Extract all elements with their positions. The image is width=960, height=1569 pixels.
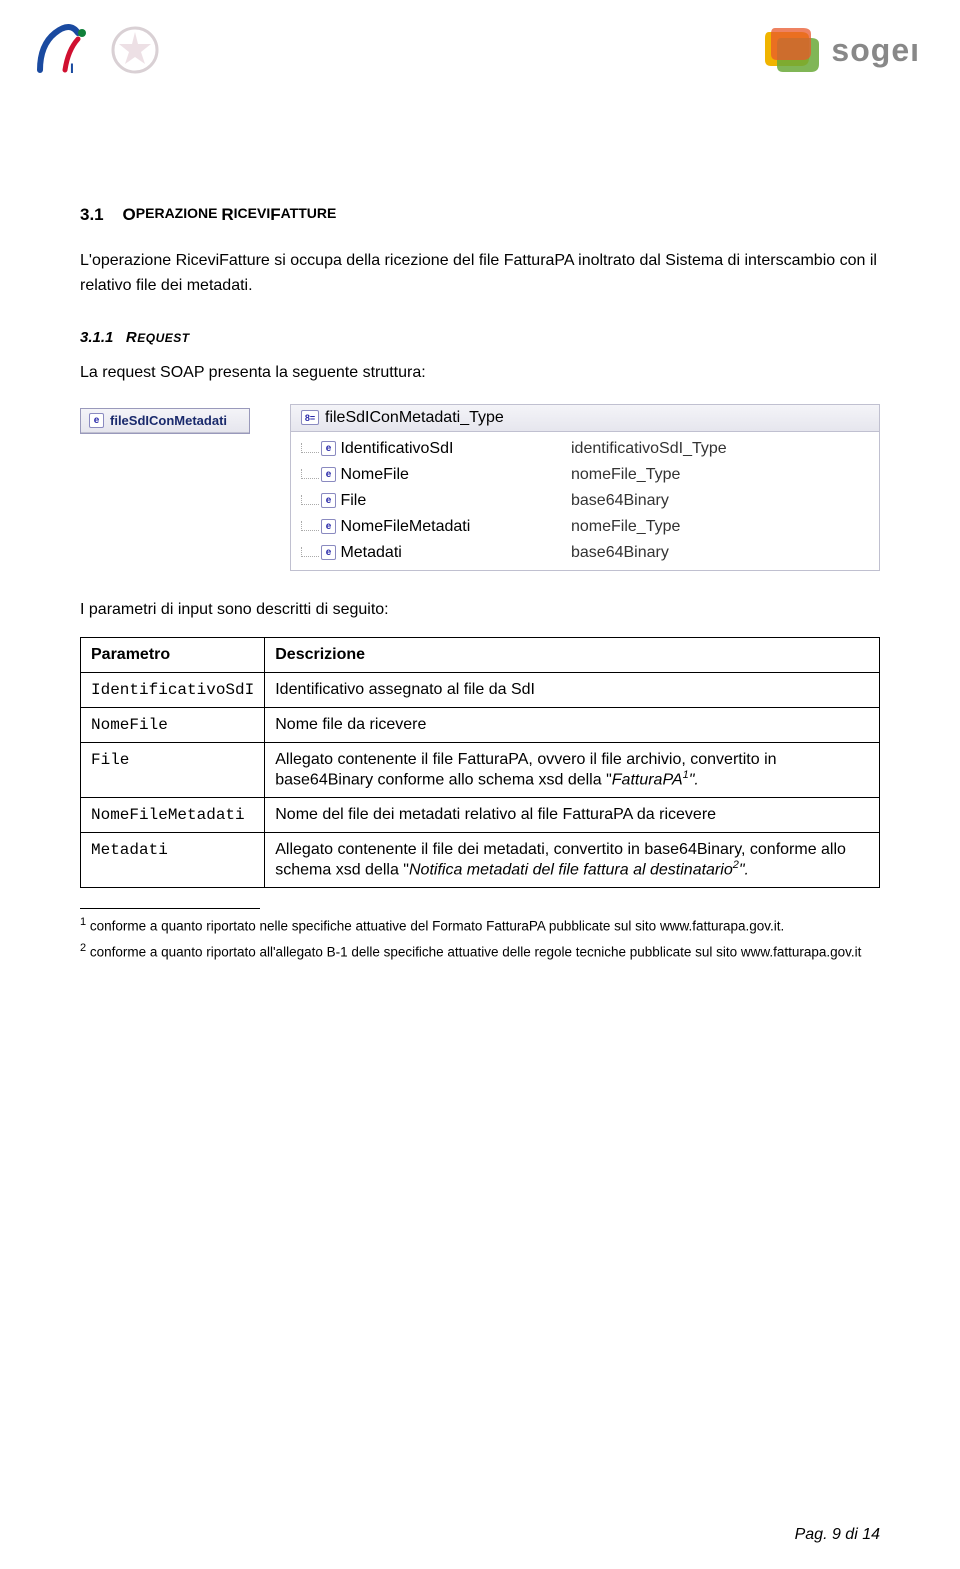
element-badge-icon: e bbox=[321, 467, 336, 482]
svg-text:I: I bbox=[70, 60, 74, 76]
schema-field-type: base64Binary bbox=[571, 492, 869, 510]
footnote-1: 1 conforme a quanto riportato nelle spec… bbox=[80, 915, 880, 936]
section-number: 3.1 bbox=[80, 205, 104, 224]
schema-field-row: e IdentificativoSdI identificativoSdI_Ty… bbox=[291, 436, 879, 462]
sdi-logo-icon: I bbox=[30, 15, 100, 85]
subsection-heading: 3.1.1 REQUEST bbox=[80, 329, 880, 346]
param-desc: Allegato contenente il file FatturaPA, o… bbox=[265, 742, 880, 797]
section-title: OPERAZIONE RICEVIFATTURE bbox=[123, 205, 337, 224]
schema-fields: e IdentificativoSdI identificativoSdI_Ty… bbox=[290, 432, 880, 571]
request-intro: La request SOAP presenta la seguente str… bbox=[80, 364, 880, 382]
schema-root-label: fileSdIConMetadati bbox=[110, 413, 227, 428]
schema-field-name: NomeFileMetadati bbox=[340, 518, 470, 536]
element-badge-icon: e bbox=[321, 441, 336, 456]
sogei-shape-icon bbox=[761, 24, 821, 76]
schema-field-row: e Metadati base64Binary bbox=[291, 540, 879, 566]
section-heading: 3.1 OPERAZIONE RICEVIFATTURE bbox=[80, 205, 880, 225]
table-header-param: Parametro bbox=[81, 637, 265, 672]
footnote-2: 2 conforme a quanto riportato all'allega… bbox=[80, 941, 880, 962]
schema-field-name: IdentificativoSdI bbox=[340, 440, 453, 458]
param-desc: Allegato contenente il file dei metadati… bbox=[265, 832, 880, 887]
logo-sogei: sogeı bbox=[761, 24, 920, 76]
schema-diagram: e fileSdIConMetadati 8= fileSdIConMetada… bbox=[80, 404, 880, 571]
param-desc: Nome file da ricevere bbox=[265, 707, 880, 742]
table-row: NomeFile Nome file da ricevere bbox=[81, 707, 880, 742]
schema-field-name: Metadati bbox=[340, 544, 401, 562]
table-row: Metadati Allegato contenente il file dei… bbox=[81, 832, 880, 887]
subsection-number: 3.1.1 bbox=[80, 329, 113, 346]
sogei-wordmark: sogeı bbox=[831, 32, 920, 69]
schema-field-row: e NomeFileMetadati nomeFile_Type bbox=[291, 514, 879, 540]
param-desc: Identificativo assegnato al file da SdI bbox=[265, 672, 880, 707]
element-badge-icon: e bbox=[89, 413, 104, 428]
schema-field-name: File bbox=[340, 492, 366, 510]
param-name: NomeFileMetadati bbox=[81, 797, 265, 832]
table-row: IdentificativoSdI Identificativo assegna… bbox=[81, 672, 880, 707]
schema-field-row: e File base64Binary bbox=[291, 488, 879, 514]
schema-type-name: fileSdIConMetadati_Type bbox=[325, 409, 504, 427]
type-badge-icon: 8= bbox=[301, 410, 319, 425]
schema-type-header: 8= fileSdIConMetadati_Type bbox=[290, 404, 880, 432]
page-header: I sogeı bbox=[0, 0, 960, 100]
param-name: NomeFile bbox=[81, 707, 265, 742]
intro-paragraph: L'operazione RiceviFatture si occupa del… bbox=[80, 249, 880, 299]
element-badge-icon: e bbox=[321, 545, 336, 560]
param-name: File bbox=[81, 742, 265, 797]
schema-field-type: nomeFile_Type bbox=[571, 518, 869, 536]
schema-field-type: identificativoSdI_Type bbox=[571, 440, 869, 458]
schema-field-row: e NomeFile nomeFile_Type bbox=[291, 462, 879, 488]
footnote-separator bbox=[80, 908, 260, 909]
schema-field-type: base64Binary bbox=[571, 544, 869, 562]
parameters-table: Parametro Descrizione IdentificativoSdI … bbox=[80, 637, 880, 889]
param-name: Metadati bbox=[81, 832, 265, 887]
table-row: File Allegato contenente il file Fattura… bbox=[81, 742, 880, 797]
schema-root-node: e fileSdIConMetadati bbox=[81, 409, 249, 433]
element-badge-icon: e bbox=[321, 493, 336, 508]
logo-sdi: I bbox=[30, 15, 165, 85]
page-number: Pag. 9 di 14 bbox=[795, 1526, 880, 1544]
element-badge-icon: e bbox=[321, 519, 336, 534]
subsection-title: REQUEST bbox=[126, 329, 190, 346]
params-intro: I parametri di input sono descritti di s… bbox=[80, 601, 880, 619]
table-row: NomeFileMetadati Nome del file dei metad… bbox=[81, 797, 880, 832]
table-header-desc: Descrizione bbox=[265, 637, 880, 672]
schema-field-name: NomeFile bbox=[340, 466, 408, 484]
schema-field-type: nomeFile_Type bbox=[571, 466, 869, 484]
param-name: IdentificativoSdI bbox=[81, 672, 265, 707]
emblem-icon bbox=[105, 20, 165, 80]
param-desc: Nome del file dei metadati relativo al f… bbox=[265, 797, 880, 832]
